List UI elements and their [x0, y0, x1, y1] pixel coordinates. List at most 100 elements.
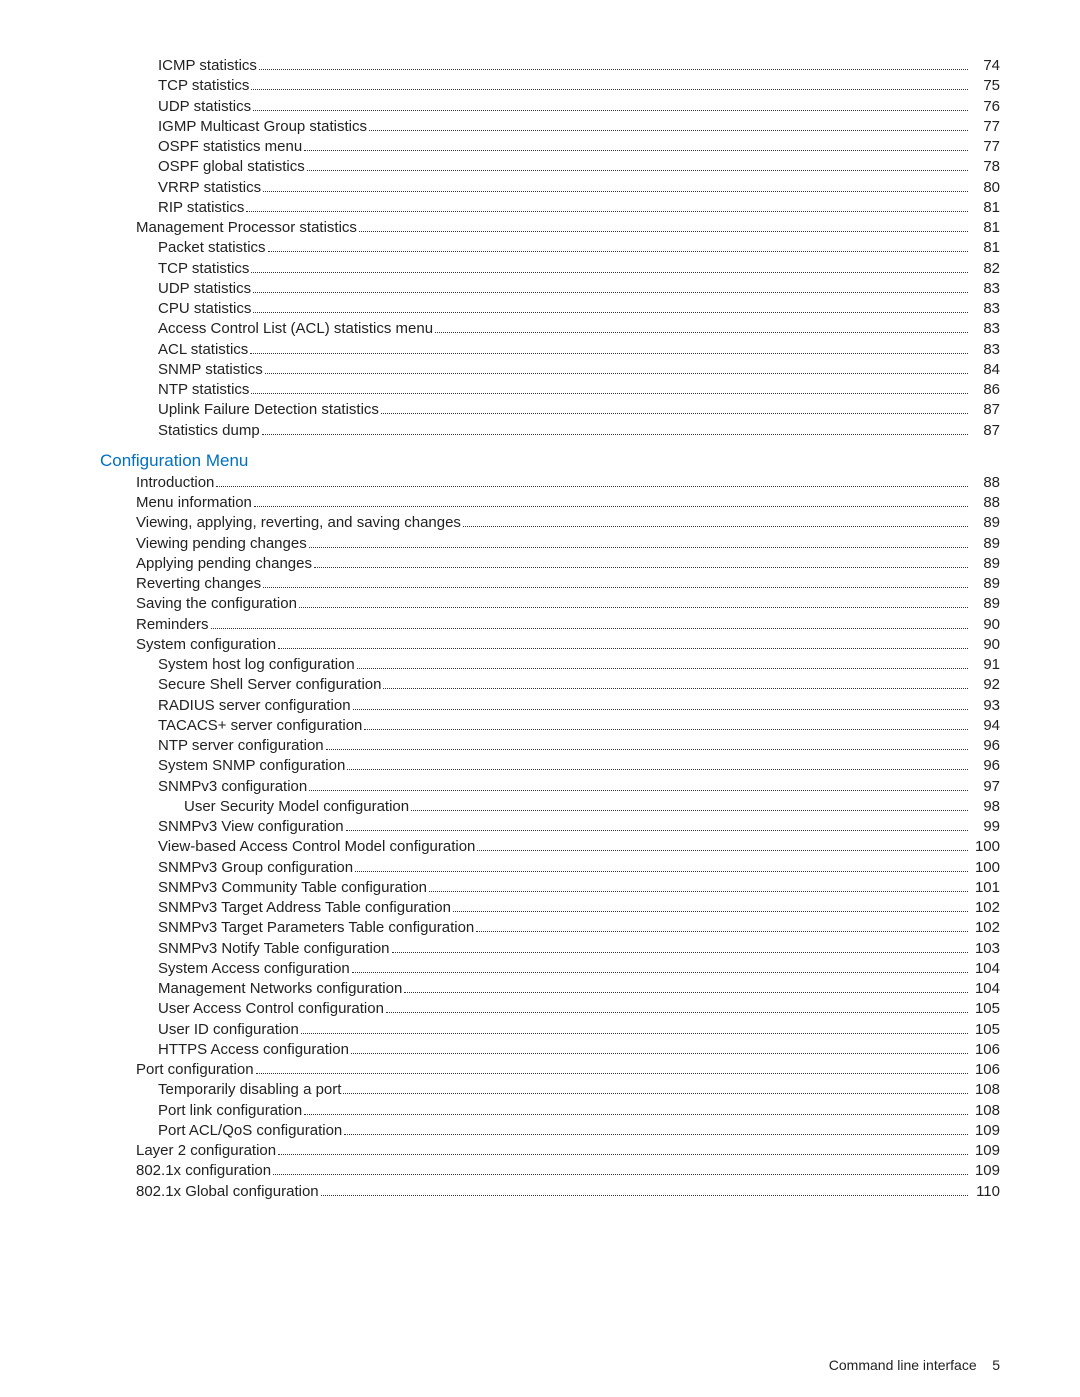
- page: ICMP statistics74TCP statistics75UDP sta…: [0, 0, 1080, 1397]
- toc-entry[interactable]: SNMPv3 Target Parameters Table configura…: [100, 918, 1000, 938]
- toc-entry[interactable]: Reverting changes89: [100, 574, 1000, 594]
- toc-entry-label: Layer 2 configuration: [136, 1141, 276, 1161]
- toc-entry[interactable]: SNMPv3 Target Address Table configuratio…: [100, 898, 1000, 918]
- toc-entry[interactable]: 802.1x Global configuration110: [100, 1182, 1000, 1202]
- toc-entry-page: 106: [972, 1060, 1000, 1080]
- toc-entry-page: 87: [972, 400, 1000, 420]
- toc-entry-label: Packet statistics: [158, 238, 266, 258]
- toc-entry[interactable]: User ID configuration105: [100, 1020, 1000, 1040]
- toc-entry[interactable]: View-based Access Control Model configur…: [100, 837, 1000, 857]
- toc-entry-page: 98: [972, 797, 1000, 817]
- toc-entry-page: 105: [972, 1020, 1000, 1040]
- toc-entry[interactable]: System host log configuration91: [100, 655, 1000, 675]
- toc-entry-page: 88: [972, 493, 1000, 513]
- toc-entry-label: Port link configuration: [158, 1101, 302, 1121]
- toc-entry[interactable]: Management Networks configuration104: [100, 979, 1000, 999]
- toc-entry[interactable]: 802.1x configuration109: [100, 1161, 1000, 1181]
- toc-entry[interactable]: Temporarily disabling a port108: [100, 1080, 1000, 1100]
- toc-entry[interactable]: SNMP statistics84: [100, 360, 1000, 380]
- toc-entry[interactable]: SNMPv3 Notify Table configuration103: [100, 939, 1000, 959]
- toc-leader-dots: [381, 413, 968, 414]
- toc-entry-label: Menu information: [136, 493, 252, 513]
- toc-entry-page: 90: [972, 615, 1000, 635]
- toc-entry[interactable]: SNMPv3 Group configuration100: [100, 858, 1000, 878]
- toc-entry[interactable]: Access Control List (ACL) statistics men…: [100, 319, 1000, 339]
- toc-entry-label: Introduction: [136, 473, 214, 493]
- toc-leader-dots: [251, 272, 968, 273]
- footer-page-number: 5: [992, 1357, 1000, 1373]
- toc-entry[interactable]: NTP server configuration96: [100, 736, 1000, 756]
- toc-entry-label: Port ACL/QoS configuration: [158, 1121, 342, 1141]
- toc-entry[interactable]: IGMP Multicast Group statistics 77: [100, 117, 1000, 137]
- toc-entry-label: Secure Shell Server configuration: [158, 675, 381, 695]
- toc-entry[interactable]: User Security Model configuration98: [100, 797, 1000, 817]
- toc-entry[interactable]: Layer 2 configuration109: [100, 1141, 1000, 1161]
- toc-entry-label: Uplink Failure Detection statistics: [158, 400, 379, 420]
- toc-entry[interactable]: Uplink Failure Detection statistics 87: [100, 400, 1000, 420]
- toc-entry[interactable]: SNMPv3 configuration97: [100, 777, 1000, 797]
- toc-leader-dots: [211, 628, 968, 629]
- toc-entry[interactable]: System SNMP configuration96: [100, 756, 1000, 776]
- toc-entry[interactable]: Saving the configuration 89: [100, 594, 1000, 614]
- toc-entry[interactable]: Packet statistics81: [100, 238, 1000, 258]
- toc-entry[interactable]: RADIUS server configuration 93: [100, 696, 1000, 716]
- toc-entry[interactable]: SNMPv3 Community Table configuration101: [100, 878, 1000, 898]
- toc-entry-label: IGMP Multicast Group statistics: [158, 117, 367, 137]
- toc-leader-dots: [435, 332, 968, 333]
- toc-entry-label: TCP statistics: [158, 76, 249, 96]
- toc-entry[interactable]: NTP statistics86: [100, 380, 1000, 400]
- toc-entry[interactable]: Port link configuration108: [100, 1101, 1000, 1121]
- toc-entry-label: System host log configuration: [158, 655, 355, 675]
- toc-entry[interactable]: UDP statistics76: [100, 97, 1000, 117]
- toc-entry-page: 104: [972, 959, 1000, 979]
- toc-entry-label: SNMPv3 Target Parameters Table configura…: [158, 918, 474, 938]
- toc-entry[interactable]: Port ACL/QoS configuration109: [100, 1121, 1000, 1141]
- toc-entry[interactable]: VRRP statistics80: [100, 178, 1000, 198]
- toc-leader-dots: [411, 810, 968, 811]
- toc-entry-page: 106: [972, 1040, 1000, 1060]
- toc-leader-dots: [259, 69, 968, 70]
- toc-leader-dots: [251, 89, 968, 90]
- toc-leader-dots: [369, 130, 968, 131]
- toc-entry[interactable]: Statistics dump87: [100, 421, 1000, 441]
- toc-leader-dots: [321, 1195, 968, 1196]
- toc-entry-label: Management Processor statistics: [136, 218, 357, 238]
- toc-entry[interactable]: Management Processor statistics81: [100, 218, 1000, 238]
- toc-entry[interactable]: OSPF statistics menu77: [100, 137, 1000, 157]
- toc-entry[interactable]: Applying pending changes89: [100, 554, 1000, 574]
- toc-entry[interactable]: Viewing pending changes89: [100, 534, 1000, 554]
- toc-entry[interactable]: Port configuration106: [100, 1060, 1000, 1080]
- toc-entry[interactable]: CPU statistics83: [100, 299, 1000, 319]
- toc-entry-page: 77: [972, 117, 1000, 137]
- toc-leader-dots: [386, 1012, 968, 1013]
- toc-entry[interactable]: SNMPv3 View configuration99: [100, 817, 1000, 837]
- toc-entry[interactable]: TCP statistics75: [100, 76, 1000, 96]
- toc-entry-label: Saving the configuration: [136, 594, 297, 614]
- toc-entry[interactable]: TCP statistics82: [100, 259, 1000, 279]
- toc-entry[interactable]: Reminders90: [100, 615, 1000, 635]
- toc-entry[interactable]: System configuration90: [100, 635, 1000, 655]
- toc-entry[interactable]: Menu information 88: [100, 493, 1000, 513]
- toc-entry[interactable]: ICMP statistics74: [100, 56, 1000, 76]
- toc-entry[interactable]: Viewing, applying, reverting, and saving…: [100, 513, 1000, 533]
- toc-entry-label: NTP server configuration: [158, 736, 324, 756]
- toc-leader-dots: [463, 526, 968, 527]
- toc-leader-dots: [307, 170, 968, 171]
- toc-entry[interactable]: User Access Control configuration105: [100, 999, 1000, 1019]
- toc-leader-dots: [262, 434, 968, 435]
- toc-entry[interactable]: System Access configuration104: [100, 959, 1000, 979]
- toc-entry[interactable]: RIP statistics81: [100, 198, 1000, 218]
- toc-entry[interactable]: Introduction88: [100, 473, 1000, 493]
- toc-leader-dots: [278, 1154, 968, 1155]
- toc-entry-page: 93: [972, 696, 1000, 716]
- toc-entry[interactable]: HTTPS Access configuration106: [100, 1040, 1000, 1060]
- toc-entry-page: 89: [972, 594, 1000, 614]
- toc-entry[interactable]: Secure Shell Server configuration92: [100, 675, 1000, 695]
- toc-entry[interactable]: TACACS+ server configuration94: [100, 716, 1000, 736]
- toc-leader-dots: [351, 1053, 968, 1054]
- toc-entry[interactable]: OSPF global statistics78: [100, 157, 1000, 177]
- toc-leader-dots: [314, 567, 968, 568]
- toc-entry-label: RADIUS server configuration: [158, 696, 351, 716]
- toc-entry[interactable]: ACL statistics83: [100, 340, 1000, 360]
- toc-entry[interactable]: UDP statistics83: [100, 279, 1000, 299]
